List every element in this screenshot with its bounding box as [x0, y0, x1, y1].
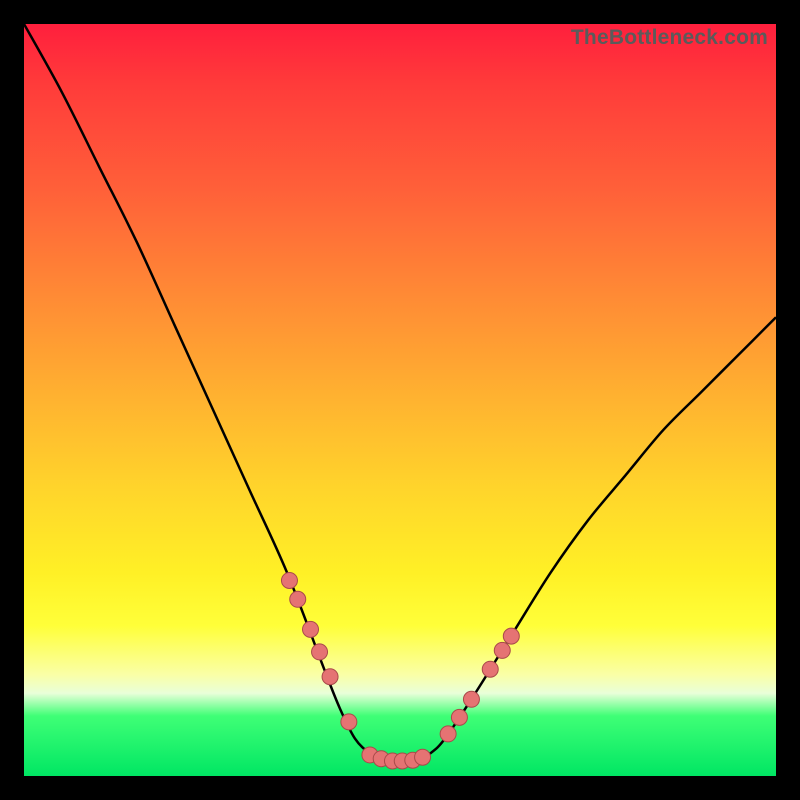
chart-overlay — [24, 24, 776, 776]
data-point — [341, 714, 357, 730]
data-point — [322, 669, 338, 685]
data-point — [290, 591, 306, 607]
data-point — [503, 628, 519, 644]
data-point — [463, 691, 479, 707]
data-point — [494, 642, 510, 658]
watermark-label: TheBottleneck.com — [571, 26, 768, 50]
chart-frame: TheBottleneck.com — [0, 0, 800, 800]
bottleneck-curve — [24, 24, 776, 762]
data-point — [440, 726, 456, 742]
data-point — [482, 661, 498, 677]
data-point — [303, 621, 319, 637]
data-point — [312, 644, 328, 660]
data-markers — [281, 572, 519, 768]
data-point — [281, 572, 297, 588]
data-point — [415, 749, 431, 765]
data-point — [451, 709, 467, 725]
chart-plot-area: TheBottleneck.com — [24, 24, 776, 776]
